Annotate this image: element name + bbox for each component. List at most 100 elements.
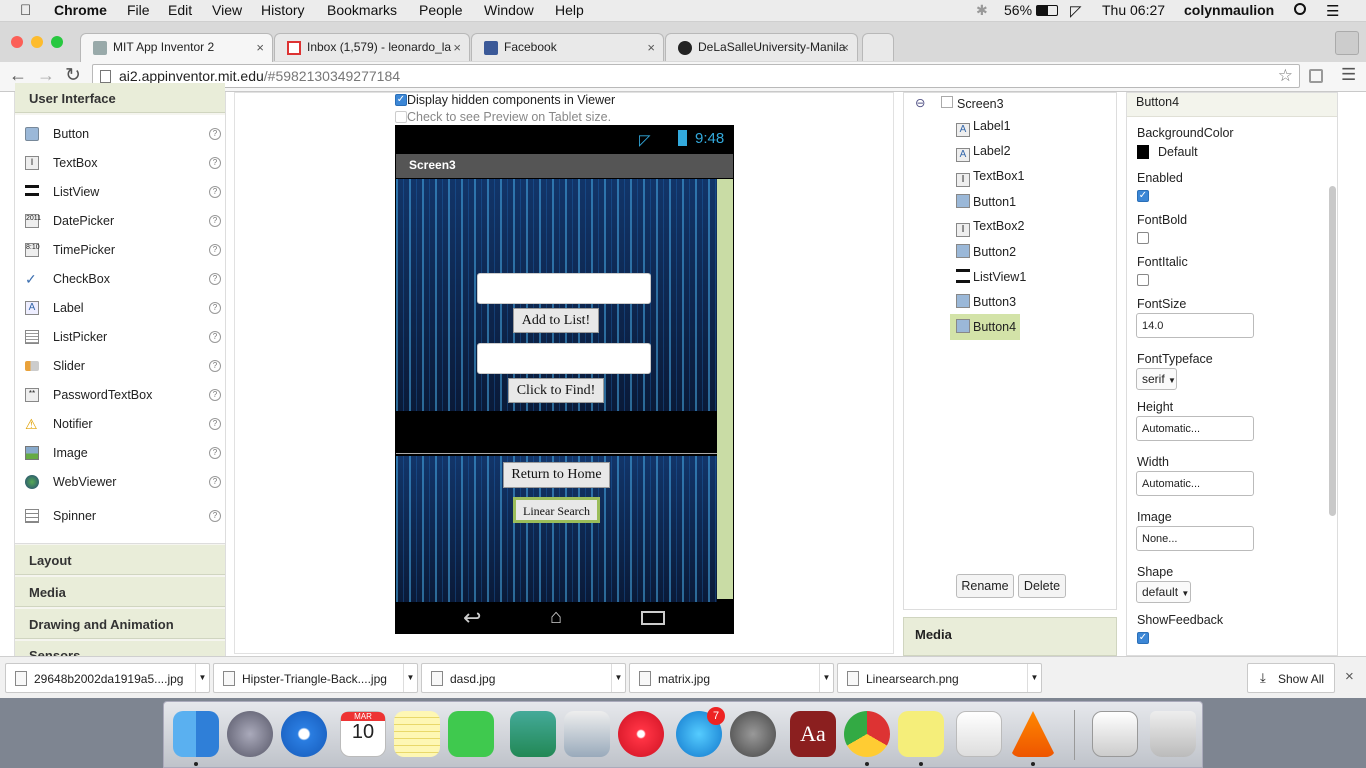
vlc-icon[interactable] [1010, 711, 1056, 757]
prop-fontbold-checkbox[interactable] [1137, 232, 1149, 244]
download-item-1[interactable]: 29648b2002da1919a5....jpg ▼ [5, 663, 210, 693]
media-panel-header[interactable]: Media [903, 617, 1117, 656]
palette-item-slider[interactable]: Slider? [21, 355, 225, 384]
tab-close-icon[interactable]: × [453, 40, 461, 55]
palette-item-image[interactable]: Image? [21, 442, 225, 471]
facetime-icon[interactable] [448, 711, 494, 757]
textedit-icon[interactable] [956, 711, 1002, 757]
palette-item-webviewer[interactable]: WebViewer? [21, 471, 225, 500]
palette-item-checkbox[interactable]: ✓ CheckBox? [21, 268, 225, 297]
prop-height-input[interactable]: Automatic... [1136, 416, 1254, 441]
keynote-icon[interactable] [564, 711, 610, 757]
listview1-preview[interactable] [396, 411, 717, 453]
palette-item-listview[interactable]: ListView? [21, 181, 225, 210]
palette-header-user-interface[interactable]: User Interface [15, 83, 225, 113]
help-icon[interactable]: ? [209, 331, 221, 343]
dropdown-arrow-icon[interactable]: ▼ [195, 664, 209, 692]
safari-icon[interactable] [281, 711, 327, 757]
tree-node-button3[interactable]: Button3 [956, 294, 1016, 309]
chrome-icon[interactable] [844, 711, 890, 757]
help-icon[interactable]: ? [209, 215, 221, 227]
linear-search-button[interactable]: Linear Search [513, 497, 600, 523]
tree-node-label2[interactable]: A Label2 [956, 144, 1011, 162]
textbox2-preview[interactable] [477, 343, 651, 374]
palette-item-passwordtextbox[interactable]: ** PasswordTextBox? [21, 384, 225, 413]
window-zoom-button[interactable] [51, 36, 63, 48]
dropdown-arrow-icon[interactable]: ▼ [1027, 664, 1041, 692]
tab-close-icon[interactable]: × [841, 40, 849, 55]
tree-node-label1[interactable]: A Label1 [956, 119, 1011, 137]
palette-header-media[interactable]: Media [15, 577, 225, 607]
prop-shape-select[interactable]: default ▼ [1136, 581, 1191, 603]
palette-item-textbox[interactable]: I TextBox? [21, 152, 225, 181]
tab-mit-app-inventor[interactable]: MIT App Inventor 2 × [80, 33, 273, 63]
palette-item-button[interactable]: Button? [21, 123, 225, 152]
finder-icon[interactable] [173, 711, 219, 757]
dictionary-icon[interactable]: Aa [790, 711, 836, 757]
tree-node-button4-selected[interactable]: Button4 [950, 314, 1020, 340]
collapse-icon[interactable]: ⊖ [915, 95, 925, 110]
new-tab-button[interactable] [862, 33, 894, 61]
tab-github-dlsu[interactable]: DeLaSalleUniversity-Manila × [665, 33, 858, 61]
palette-item-spinner[interactable]: Spinner? [21, 505, 225, 534]
help-icon[interactable]: ? [209, 302, 221, 314]
notification-center-icon[interactable]: ☰ [1326, 2, 1339, 20]
help-icon[interactable]: ? [209, 476, 221, 488]
tree-node-screen3[interactable]: Screen3 [957, 97, 1004, 111]
wifi-icon[interactable]: ◸ [1070, 2, 1082, 20]
prop-fontsize-input[interactable]: 14.0 [1136, 313, 1254, 338]
palette-item-notifier[interactable]: ⚠ Notifier? [21, 413, 225, 442]
download-item-3[interactable]: dasd.jpg ▼ [421, 663, 626, 693]
menu-people[interactable]: People [419, 2, 463, 18]
tab-facebook[interactable]: Facebook × [471, 33, 664, 61]
help-icon[interactable]: ? [209, 510, 221, 522]
click-to-find-button[interactable]: Click to Find! [508, 378, 604, 403]
help-icon[interactable]: ? [209, 360, 221, 372]
prop-backgroundcolor-value[interactable]: Default [1158, 145, 1198, 159]
tablet-preview-checkbox[interactable] [395, 111, 407, 123]
menu-view[interactable]: View [212, 2, 242, 18]
properties-scrollbar[interactable] [1329, 186, 1336, 516]
system-preferences-icon[interactable] [730, 711, 776, 757]
display-hidden-checkbox[interactable]: ✓ [395, 94, 407, 106]
help-icon[interactable]: ? [209, 389, 221, 401]
battery-icon[interactable] [1036, 5, 1058, 16]
profile-icon[interactable] [1335, 31, 1359, 55]
help-icon[interactable]: ? [209, 418, 221, 430]
help-icon[interactable]: ? [209, 273, 221, 285]
dropdown-arrow-icon[interactable]: ▼ [819, 664, 833, 692]
prop-width-input[interactable]: Automatic... [1136, 471, 1254, 496]
tab-close-icon[interactable]: × [647, 40, 655, 55]
bluetooth-icon[interactable]: ✱ [976, 2, 988, 19]
prop-enabled-checkbox[interactable]: ✓ [1137, 190, 1149, 202]
trash-icon[interactable] [1150, 711, 1196, 757]
calendar-icon[interactable]: MAR 10 [340, 711, 386, 757]
help-icon[interactable]: ? [209, 128, 221, 140]
show-all-downloads-button[interactable]: ⤓ Show All [1247, 663, 1335, 693]
photo-booth-icon[interactable] [510, 711, 556, 757]
dropdown-arrow-icon[interactable]: ▼ [403, 664, 417, 692]
stickies-icon[interactable] [898, 711, 944, 757]
menu-bookmarks[interactable]: Bookmarks [327, 2, 397, 18]
chrome-menu-icon[interactable]: ☰ [1341, 65, 1356, 85]
tree-node-listview1[interactable]: ListView1 [956, 269, 1026, 284]
window-minimize-button[interactable] [31, 36, 43, 48]
tab-gmail-inbox[interactable]: Inbox (1,579) - leonardo_la × [274, 33, 470, 61]
spotlight-search-icon[interactable] [1294, 3, 1306, 15]
menu-history[interactable]: History [261, 2, 305, 18]
notes-icon[interactable] [394, 711, 440, 757]
download-item-4[interactable]: matrix.jpg ▼ [629, 663, 834, 693]
menu-help[interactable]: Help [555, 2, 584, 18]
help-icon[interactable]: ? [209, 157, 221, 169]
prop-fontitalic-checkbox[interactable] [1137, 274, 1149, 286]
window-close-button[interactable] [11, 36, 23, 48]
palette-header-sensors[interactable]: Sensors [15, 641, 225, 657]
color-swatch[interactable] [1137, 145, 1149, 159]
itunes-icon[interactable] [618, 711, 664, 757]
help-icon[interactable]: ? [209, 447, 221, 459]
textbox1-preview[interactable] [477, 273, 651, 304]
tab-close-icon[interactable]: × [256, 40, 264, 55]
return-to-home-button[interactable]: Return to Home [503, 462, 610, 488]
delete-button[interactable]: Delete [1018, 574, 1066, 598]
apple-icon[interactable]:  [20, 2, 31, 19]
